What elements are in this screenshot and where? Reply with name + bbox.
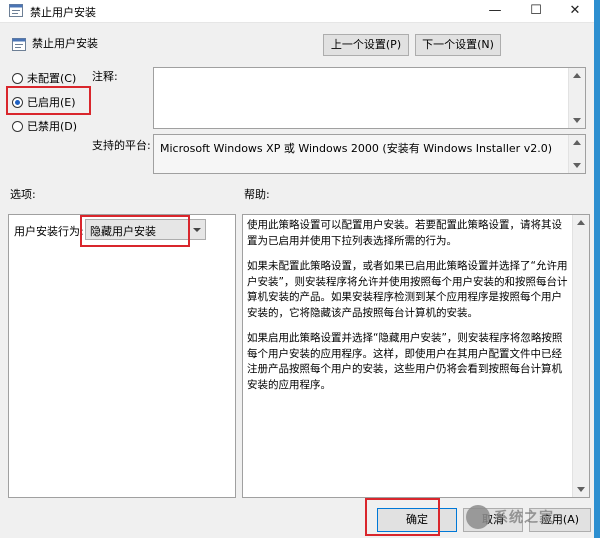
- help-text: 使用此策略设置可以配置用户安装。若要配置此策略设置，请将其设置为已启用并使用下拉…: [247, 218, 569, 403]
- radio-circle[interactable]: [12, 120, 23, 132]
- close-button[interactable]: ✕: [558, 0, 592, 22]
- help-scrollbar[interactable]: [572, 215, 589, 497]
- radio-label: 未配置(C): [27, 72, 77, 85]
- radio-not-configured[interactable]: 未配置(C): [12, 70, 76, 86]
- chevron-down-icon[interactable]: [188, 220, 205, 239]
- window-title: 禁止用户安装: [30, 6, 96, 19]
- scroll-up-icon[interactable]: [573, 140, 581, 145]
- help-paragraph: 如果启用此策略设置并选择“隐藏用户安装”，则安装程序将忽略按照每个用户安装的应用…: [247, 332, 563, 391]
- supported-platforms-box: Microsoft Windows XP 或 Windows 2000 (安装有…: [153, 134, 586, 174]
- highlight-enabled-box: [6, 86, 91, 115]
- supported-platforms-value: Microsoft Windows XP 或 Windows 2000 (安装有…: [160, 142, 552, 155]
- comment-label: 注释:: [92, 70, 118, 83]
- scroll-down-icon[interactable]: [577, 487, 585, 492]
- help-paragraph: 如果未配置此策略设置，或者如果已启用此策略设置并选择了“允许用户安装”，则安装程…: [247, 260, 568, 319]
- options-panel: [8, 214, 236, 498]
- scroll-down-icon[interactable]: [573, 118, 581, 123]
- comment-textbox[interactable]: [153, 67, 586, 129]
- scroll-up-icon[interactable]: [573, 73, 581, 78]
- setting-title: 禁止用户安装: [32, 37, 98, 50]
- radio-label: 已禁用(D): [27, 120, 78, 133]
- minimize-button[interactable]: —: [478, 0, 512, 22]
- radio-circle[interactable]: [12, 72, 23, 84]
- supported-platforms-label: 支持的平台:: [92, 139, 151, 152]
- apply-button[interactable]: 应用(A): [529, 508, 591, 532]
- highlight-ok-box: [365, 498, 440, 536]
- next-setting-button[interactable]: 下一个设置(N): [415, 34, 501, 56]
- comment-scrollbar[interactable]: [568, 68, 585, 128]
- maximize-button[interactable]: ☐: [519, 0, 553, 22]
- scroll-down-icon[interactable]: [573, 163, 581, 168]
- radio-disabled[interactable]: 已禁用(D): [12, 118, 77, 134]
- previous-setting-button[interactable]: 上一个设置(P): [323, 34, 409, 56]
- options-label: 选项:: [10, 188, 36, 201]
- policy-app-icon: [9, 4, 23, 17]
- help-label: 帮助:: [244, 188, 270, 201]
- title-bar: 禁止用户安装 — ☐ ✕: [0, 0, 600, 23]
- desktop-edge: [594, 0, 600, 538]
- highlight-dropdown-box: [80, 215, 190, 247]
- platform-scrollbar[interactable]: [568, 135, 585, 173]
- help-panel: 使用此策略设置可以配置用户安装。若要配置此策略设置，请将其设置为已启用并使用下拉…: [242, 214, 590, 498]
- cancel-button[interactable]: 取消: [463, 508, 523, 532]
- scroll-up-icon[interactable]: [577, 220, 585, 225]
- help-paragraph: 使用此策略设置可以配置用户安装。若要配置此策略设置，请将其设置为已启用并使用下拉…: [247, 219, 562, 247]
- install-behavior-label: 用户安装行为:: [14, 225, 84, 238]
- policy-setting-icon: [12, 38, 26, 51]
